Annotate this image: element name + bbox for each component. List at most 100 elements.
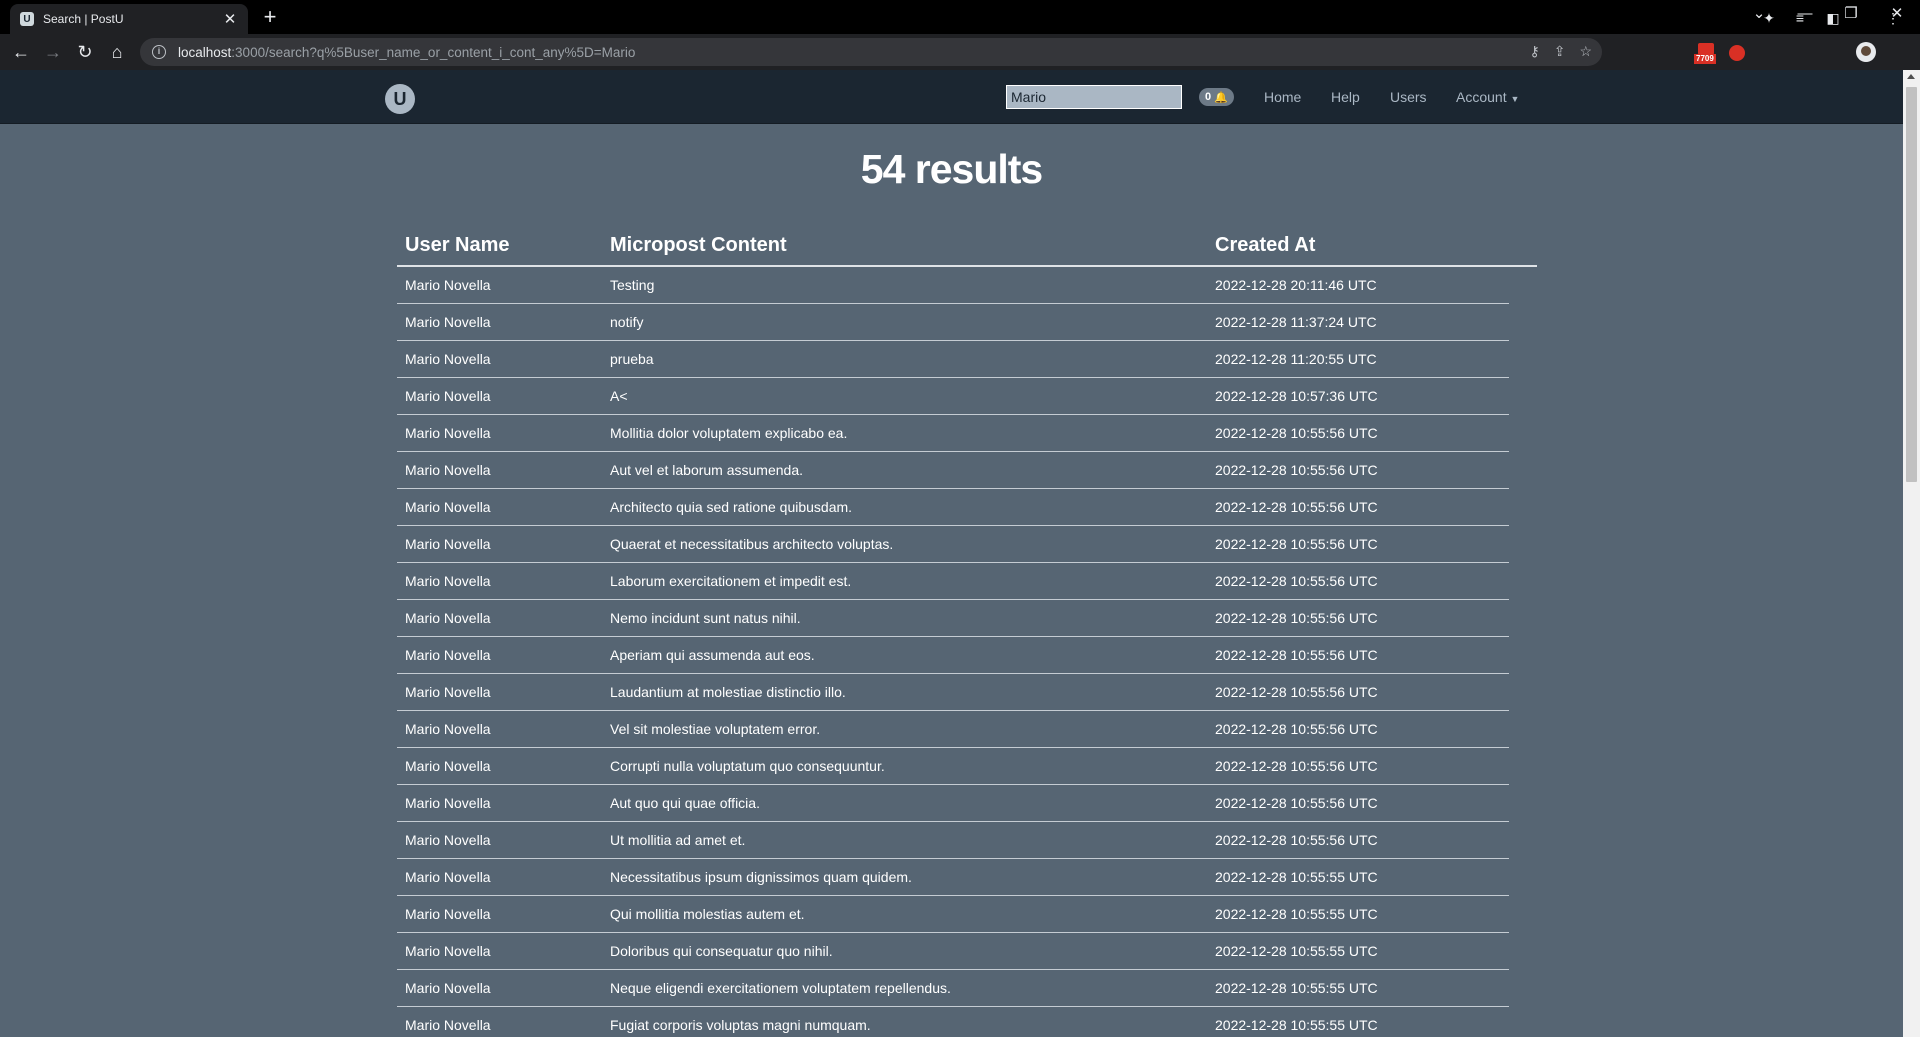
table-row: Mario Novella Quaerat et necessitatibus a… — [397, 526, 1509, 563]
user-name-cell: Mario Novella — [405, 388, 491, 404]
created-at-cell: 2022-12-28 10:55:56 UTC — [1215, 499, 1378, 515]
home-icon[interactable]: ⌂ — [105, 41, 129, 63]
extensions-puzzle-icon[interactable]: ✦ — [1759, 8, 1779, 28]
created-at-cell: 2022-12-28 10:55:56 UTC — [1215, 462, 1378, 478]
url-text: localhost:3000/search?q%5Buser_name_or_c… — [178, 45, 635, 60]
user-name-cell: Mario Novella — [405, 610, 491, 626]
table-header: User Name Micropost Content Created At — [397, 226, 1537, 267]
created-at-cell: 2022-12-28 10:55:56 UTC — [1215, 647, 1378, 663]
postu-logo[interactable]: U — [385, 84, 415, 114]
micropost-content-cell: Testing — [610, 277, 655, 293]
micropost-content-cell: Neque eligendi exercitationem voluptatem… — [610, 980, 951, 996]
browser-tab[interactable]: U Search | PostU ✕ — [10, 4, 248, 34]
notifications-button[interactable]: 0 🔔 — [1199, 88, 1234, 106]
share-icon[interactable]: ⇪ — [1554, 43, 1566, 60]
table-row: Mario Novella Fugiat corporis voluptas ma… — [397, 1007, 1509, 1037]
table-row: Mario Novella Laudantium at molestiae dis… — [397, 674, 1509, 711]
results-table: User Name Micropost Content Created At M… — [397, 226, 1537, 1037]
scroll-up-arrow-icon[interactable] — [1907, 74, 1915, 79]
created-at-cell: 2022-12-28 11:20:55 UTC — [1215, 351, 1377, 367]
address-bar[interactable]: i localhost:3000/search?q%5Buser_name_or… — [140, 38, 1602, 66]
micropost-content-cell: Vel sit molestiae voluptatem error. — [610, 721, 821, 737]
side-panel-icon[interactable]: ◧ — [1823, 8, 1843, 28]
micropost-content-cell: prueba — [610, 351, 654, 367]
header-user-name: User Name — [405, 234, 510, 256]
micropost-content-cell: Necessitatibus ipsum dignissimos quam qu… — [610, 869, 912, 885]
browser-toolbar: ← → ↻ ⌂ i localhost:3000/search?q%5Buser… — [0, 34, 1920, 70]
micropost-content-cell: Architecto quia sed ratione quibusdam. — [610, 499, 853, 515]
key-icon[interactable]: ⚷ — [1529, 43, 1539, 60]
table-row: Mario Novella Vel sit molestiae voluptate… — [397, 711, 1509, 748]
search-input[interactable] — [1006, 85, 1182, 109]
created-at-cell: 2022-12-28 10:55:56 UTC — [1215, 795, 1378, 811]
user-name-cell: Mario Novella — [405, 758, 491, 774]
nav-home-link[interactable]: Home — [1264, 88, 1301, 106]
chrome-menu-icon[interactable]: ⋮ — [1886, 8, 1900, 28]
micropost-content-cell: Fugiat corporis voluptas magni numquam. — [610, 1017, 871, 1033]
micropost-content-cell: Qui mollitia molestias autem et. — [610, 906, 805, 922]
reload-icon[interactable]: ↻ — [73, 41, 97, 63]
micropost-content-cell: Aperiam qui assumenda aut eos. — [610, 647, 815, 663]
user-name-cell: Mario Novella — [405, 462, 491, 478]
site-info-icon[interactable]: i — [152, 45, 166, 59]
micropost-content-cell: Aut vel et laborum assumenda. — [610, 462, 803, 478]
table-row: Mario Novella Doloribus qui consequatur q… — [397, 933, 1509, 970]
results-count-heading: 54 results — [860, 146, 1043, 192]
table-row: Mario Novella Corrupti nulla voluptatum q… — [397, 748, 1509, 785]
user-name-cell: Mario Novella — [405, 277, 491, 293]
table-row: Mario Novella A< 2022-12-28 10:57:36 UTC — [397, 378, 1509, 415]
micropost-content-cell: Quaerat et necessitatibus architecto vol… — [610, 536, 894, 552]
user-name-cell: Mario Novella — [405, 647, 491, 663]
extension-badge-count: 7709 — [1694, 54, 1716, 64]
url-path: :3000/search?q%5Buser_name_or_content_i_… — [231, 44, 636, 60]
user-name-cell: Mario Novella — [405, 536, 491, 552]
nav-users-link[interactable]: Users — [1390, 88, 1427, 106]
table-row: Mario Novella Qui mollitia molestias aute… — [397, 896, 1509, 933]
created-at-cell: 2022-12-28 10:57:36 UTC — [1215, 388, 1378, 404]
micropost-content-cell: Nemo incidunt sunt natus nihil. — [610, 610, 801, 626]
forward-icon[interactable]: → — [41, 41, 65, 63]
table-row: Mario Novella Aut quo qui quae officia. 20… — [397, 785, 1509, 822]
media-control-icon[interactable]: ≡ — [1790, 8, 1810, 28]
table-row: Mario Novella Aut vel et laborum assumend… — [397, 452, 1509, 489]
nav-account-dropdown[interactable]: Account ▼ — [1456, 88, 1519, 108]
table-row: Mario Novella Necessitatibus ipsum dignis… — [397, 859, 1509, 896]
scroll-thumb[interactable] — [1906, 87, 1917, 482]
table-row: Mario Novella Architecto quia sed ratione… — [397, 489, 1509, 526]
user-name-cell: Mario Novella — [405, 721, 491, 737]
user-name-cell: Mario Novella — [405, 684, 491, 700]
gmail-extension-icon[interactable]: 7709 — [1694, 43, 1718, 65]
tab-close-icon[interactable]: ✕ — [222, 10, 238, 28]
adblock-extension-icon[interactable] — [1729, 45, 1745, 61]
page-scrollbar[interactable] — [1903, 70, 1920, 1037]
nav-help-link[interactable]: Help — [1331, 88, 1360, 106]
created-at-cell: 2022-12-28 10:55:56 UTC — [1215, 758, 1378, 774]
bookmark-star-icon[interactable]: ☆ — [1579, 43, 1592, 60]
back-icon[interactable]: ← — [9, 41, 33, 63]
created-at-cell: 2022-12-28 10:55:56 UTC — [1215, 684, 1378, 700]
created-at-cell: 2022-12-28 10:55:56 UTC — [1215, 610, 1378, 626]
table-row: Mario Novella prueba 2022-12-28 11:20:55 U… — [397, 341, 1509, 378]
new-tab-button[interactable]: + — [258, 5, 282, 29]
table-row: Mario Novella Neque eligendi exercitation… — [397, 970, 1509, 1007]
caret-down-icon: ▼ — [1510, 94, 1520, 104]
micropost-content-cell: Ut mollitia ad amet et. — [610, 832, 746, 848]
browser-tab-strip: U Search | PostU ✕ + ⌄ — ❐ ✕ — [0, 0, 1920, 34]
tab-title: Search | PostU — [43, 12, 124, 26]
table-row: Mario Novella Laborum exercitationem et i… — [397, 563, 1509, 600]
micropost-content-cell: Mollitia dolor voluptatem explicabo ea. — [610, 425, 848, 441]
created-at-cell: 2022-12-28 10:55:56 UTC — [1215, 425, 1378, 441]
table-row: Mario Novella Aperiam qui assumenda aut e… — [397, 637, 1509, 674]
created-at-cell: 2022-12-28 10:55:55 UTC — [1215, 943, 1378, 959]
user-name-cell: Mario Novella — [405, 832, 491, 848]
micropost-content-cell: Laborum exercitationem et impedit est. — [610, 573, 852, 589]
user-name-cell: Mario Novella — [405, 573, 491, 589]
table-body: Mario Novella Testing 2022-12-28 20:11:46 … — [397, 267, 1537, 1037]
header-created-at: Created At — [1215, 234, 1316, 256]
user-name-cell: Mario Novella — [405, 351, 491, 367]
user-name-cell: Mario Novella — [405, 869, 491, 885]
micropost-content-cell: Corrupti nulla voluptatum quo consequunt… — [610, 758, 885, 774]
table-row: Mario Novella Testing 2022-12-28 20:11:46 … — [397, 267, 1509, 304]
profile-avatar[interactable] — [1856, 42, 1876, 62]
url-host: localhost — [178, 44, 232, 60]
